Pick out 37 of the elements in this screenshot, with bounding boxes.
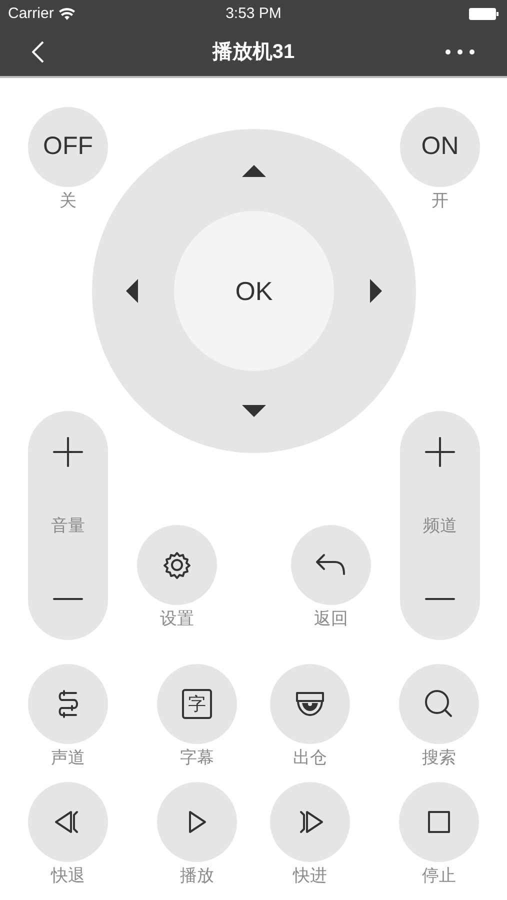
rocker-caption: 频道 — [423, 514, 457, 537]
ok-button[interactable]: OK — [174, 211, 334, 371]
down-arrow-icon[interactable] — [242, 405, 266, 417]
button-caption: 快退 — [51, 866, 85, 886]
remote-button[interactable]: 字 — [156, 664, 237, 744]
disc-tray-icon — [294, 690, 326, 718]
button-caption: 字幕 — [180, 748, 214, 768]
power-button[interactable]: ON — [400, 107, 480, 187]
button-caption: 返回 — [314, 609, 348, 629]
status-time: 3:53 PM — [226, 4, 282, 24]
button-caption: 开 — [432, 191, 448, 211]
wifi-icon — [58, 8, 75, 20]
button-caption: 出仓 — [293, 748, 328, 768]
power-button[interactable]: OFF — [28, 107, 108, 187]
back-chevron-icon[interactable] — [32, 41, 44, 63]
button-caption: 设置 — [160, 609, 194, 629]
left-arrow-icon[interactable] — [126, 279, 138, 303]
plus-icon[interactable] — [425, 437, 455, 467]
nav-title: 播放机31 — [212, 40, 295, 65]
up-arrow-icon[interactable] — [242, 165, 266, 177]
button-caption: 停止 — [422, 866, 456, 886]
button-caption: 播放 — [180, 866, 214, 886]
plus-icon[interactable] — [53, 437, 83, 467]
right-arrow-icon[interactable] — [370, 279, 382, 303]
subtitle-icon: 字 — [182, 689, 212, 719]
back-arrow-icon — [314, 552, 348, 578]
button-caption: 声道 — [51, 748, 85, 768]
stop-icon — [426, 810, 451, 834]
button-caption: 关 — [60, 191, 76, 211]
button-caption: 快进 — [293, 866, 328, 886]
settings-icon — [162, 550, 192, 580]
rocker-caption: 音量 — [51, 514, 85, 537]
more-icon[interactable] — [445, 49, 475, 55]
button-caption: 搜索 — [422, 748, 456, 768]
search-icon — [422, 688, 455, 720]
carrier-label: Carrier — [8, 4, 54, 24]
battery-icon — [469, 8, 499, 20]
